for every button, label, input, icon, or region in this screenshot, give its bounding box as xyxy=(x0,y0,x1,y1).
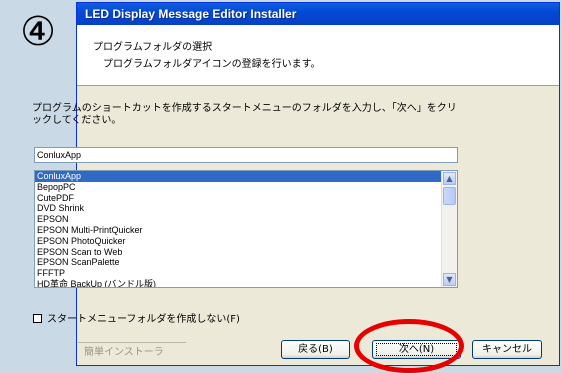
scroll-thumb[interactable] xyxy=(443,187,456,205)
folder-name-input[interactable]: ConluxApp xyxy=(34,147,458,163)
list-item[interactable]: BepopPC xyxy=(35,182,442,193)
footer-brand-label: 簡単インストーラ xyxy=(84,347,164,358)
list-item[interactable]: ConluxApp xyxy=(35,171,442,182)
title-bar[interactable]: LED Display Message Editor Installer xyxy=(77,3,559,25)
no-start-menu-folder-checkbox[interactable] xyxy=(33,314,42,323)
focus-ring xyxy=(376,343,457,356)
vertical-scrollbar[interactable]: ▲ ▼ xyxy=(441,171,457,287)
list-item[interactable]: EPSON Multi-PrintQuicker xyxy=(35,225,442,236)
cancel-button[interactable]: キャンセル xyxy=(472,340,542,359)
scroll-up-arrow-icon[interactable]: ▲ xyxy=(443,172,456,185)
list-item[interactable]: DVD Shrink xyxy=(35,203,442,214)
next-button[interactable]: 次へ(N) xyxy=(372,340,461,359)
window-title: LED Display Message Editor Installer xyxy=(85,7,297,21)
list-item[interactable]: HD革命 BackUp (バンドル版) xyxy=(35,279,442,287)
header-subtitle: プログラムフォルダアイコンの登録を行います。 xyxy=(103,59,321,70)
step-number-badge: ④ xyxy=(20,9,56,55)
scroll-down-arrow-icon[interactable]: ▼ xyxy=(443,273,456,286)
instructions-text: プログラムのショートカットを作成するスタートメニューのフォルダを入力し、「次へ」… xyxy=(32,103,457,126)
list-item[interactable]: EPSON Scan to Web xyxy=(35,247,442,258)
list-item[interactable]: EPSON PhotoQuicker xyxy=(35,236,442,247)
header-title: プログラムフォルダの選択 xyxy=(93,42,213,53)
folder-list-items: ConluxApp BepopPC CutePDF DVD Shrink EPS… xyxy=(35,171,442,287)
wizard-header: プログラムフォルダの選択 プログラムフォルダアイコンの登録を行います。 xyxy=(77,25,559,86)
list-item[interactable]: EPSON xyxy=(35,214,442,225)
no-start-menu-folder-option[interactable]: スタートメニューフォルダを作成しない(F) xyxy=(33,314,240,326)
list-item[interactable]: FFFTP xyxy=(35,268,442,279)
checkbox-label: スタートメニューフォルダを作成しない(F) xyxy=(47,314,240,325)
folder-listbox[interactable]: ConluxApp BepopPC CutePDF DVD Shrink EPS… xyxy=(34,170,458,288)
list-item[interactable]: EPSON ScanPalette xyxy=(35,257,442,268)
back-button[interactable]: 戻る(B) xyxy=(281,340,350,359)
list-item[interactable]: CutePDF xyxy=(35,193,442,204)
